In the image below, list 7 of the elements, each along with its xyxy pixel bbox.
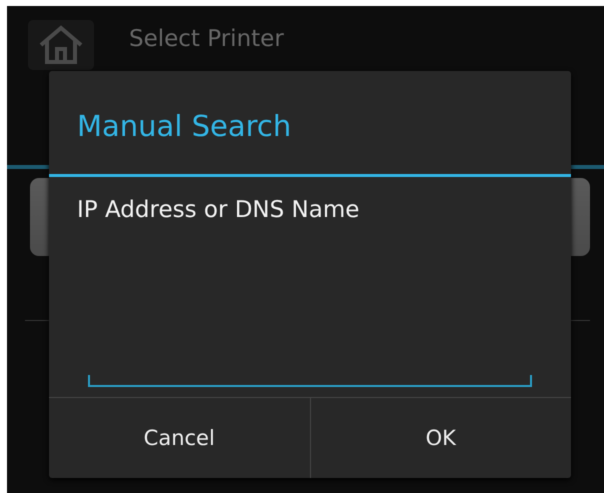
ok-button[interactable]: OK <box>310 398 571 478</box>
field-label: IP Address or DNS Name <box>77 197 360 223</box>
home-icon <box>37 25 85 65</box>
screen-title: Select Printer <box>129 25 284 52</box>
cancel-button[interactable]: Cancel <box>49 398 310 478</box>
input-field[interactable] <box>88 375 532 387</box>
dialog-title: Manual Search <box>77 108 292 142</box>
